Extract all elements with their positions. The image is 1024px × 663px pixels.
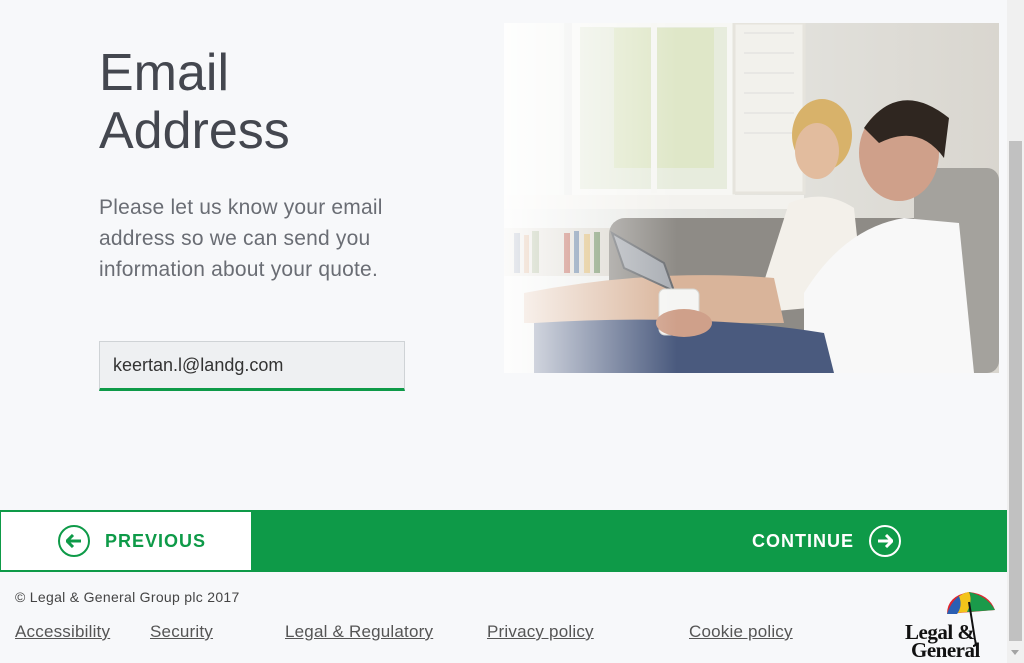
page-title-line2: Address [99, 102, 290, 160]
continue-label: CONTINUE [752, 530, 854, 551]
vertical-scrollbar[interactable] [1007, 0, 1024, 663]
logo-line2: General [911, 638, 980, 662]
previous-label: PREVIOUS [105, 530, 207, 551]
intro-text: Please let us know your email address so… [99, 196, 383, 281]
hero-image [504, 23, 999, 373]
page-title: Email Address [99, 44, 479, 160]
scroll-down-icon[interactable] [1011, 650, 1019, 655]
arrow-right-circle-icon [869, 525, 901, 557]
page-title-line1: Email [99, 44, 230, 102]
previous-button[interactable]: PREVIOUS [1, 512, 251, 570]
copyright-text: © Legal & General Group plc 2017 [15, 589, 240, 605]
arrow-left-circle-icon [58, 525, 90, 557]
continue-button[interactable]: CONTINUE [252, 512, 1007, 570]
email-field[interactable] [99, 341, 405, 391]
footer-link-legal-regulatory[interactable]: Legal & Regulatory [285, 622, 433, 642]
email-input[interactable] [100, 342, 404, 388]
footer-link-accessibility[interactable]: Accessibility [15, 622, 110, 642]
footer-link-cookie-policy[interactable]: Cookie policy [689, 622, 793, 642]
footer-link-security[interactable]: Security [150, 622, 213, 642]
legal-general-logo[interactable]: Legal & General [903, 590, 995, 662]
scrollbar-thumb[interactable] [1009, 141, 1022, 641]
navigation-bar: PREVIOUS CONTINUE [0, 510, 1007, 572]
footer-link-privacy-policy[interactable]: Privacy policy [487, 622, 594, 642]
